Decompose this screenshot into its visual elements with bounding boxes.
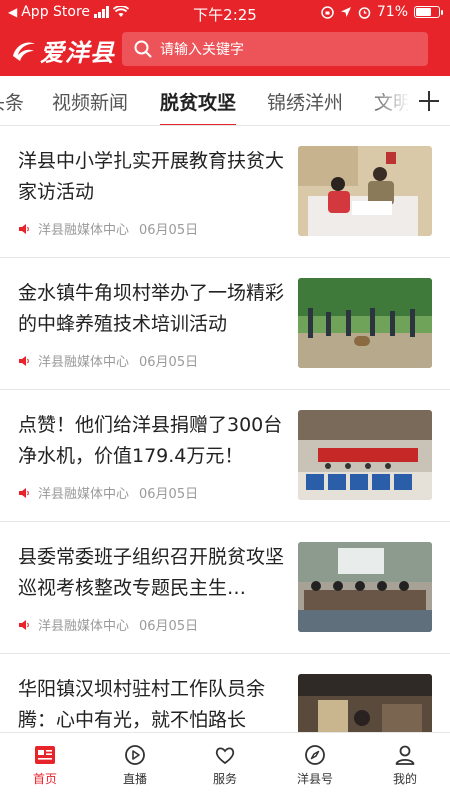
tab-headlines[interactable]: 头条 bbox=[0, 88, 24, 115]
nav-label: 洋县号 bbox=[296, 772, 333, 786]
news-date: 06月05日 bbox=[139, 223, 199, 238]
tabs-fade bbox=[370, 76, 410, 125]
search-icon bbox=[134, 40, 152, 58]
category-tabs: 头条 视频新闻 脱贫攻坚 锦绣洋州 文明 bbox=[0, 76, 450, 126]
nav-home[interactable]: 首页 bbox=[0, 733, 90, 800]
app-header: ◀ App Store 下午2:25 71% 爱洋县 请输入关键字 bbox=[0, 0, 450, 76]
news-date: 06月05日 bbox=[139, 487, 199, 502]
news-meta: 洋县融媒体中心 06月05日 bbox=[18, 615, 198, 634]
logo-swirl-icon bbox=[13, 42, 35, 61]
news-date: 06月05日 bbox=[139, 619, 199, 634]
nav-label: 服务 bbox=[212, 772, 237, 786]
news-meta: 洋县融媒体中心 06月05日 bbox=[18, 483, 198, 502]
location-icon bbox=[340, 7, 351, 17]
news-thumbnail bbox=[298, 542, 432, 632]
speaker-icon bbox=[19, 355, 29, 366]
news-source: 洋县融媒体中心 bbox=[38, 487, 130, 502]
app-logo: 爱洋县 bbox=[10, 32, 115, 68]
news-item[interactable]: 县委常委班子组织召开脱贫攻坚巡视考核整改专题民主生… 洋县融媒体中心 06月05… bbox=[0, 522, 450, 654]
nav-label: 直播 bbox=[122, 772, 147, 786]
news-thumbnail bbox=[298, 674, 432, 732]
user-icon bbox=[395, 745, 415, 765]
alarm-icon bbox=[358, 6, 371, 19]
speaker-icon bbox=[19, 223, 29, 234]
heart-hand-icon bbox=[215, 747, 235, 765]
compass-icon bbox=[305, 745, 325, 765]
news-date: 06月05日 bbox=[139, 355, 199, 370]
add-channel-button[interactable] bbox=[408, 76, 450, 125]
nav-mine[interactable]: 我的 bbox=[360, 733, 450, 800]
plus-icon bbox=[419, 91, 439, 111]
search-input[interactable]: 请输入关键字 bbox=[122, 32, 428, 66]
battery-icon bbox=[414, 6, 443, 18]
tab-poverty-alleviation[interactable]: 脱贫攻坚 bbox=[160, 88, 237, 125]
news-title: 点赞！他们给洋县捐赠了300台净水机，价值179.4万元！ bbox=[18, 414, 283, 467]
speaker-icon bbox=[19, 487, 29, 498]
nav-yangxian-hao[interactable]: 洋县号 bbox=[270, 733, 360, 800]
news-thumbnail bbox=[298, 146, 432, 236]
nav-label: 我的 bbox=[392, 772, 417, 786]
home-news-icon bbox=[35, 746, 55, 764]
orientation-lock-icon bbox=[321, 5, 334, 19]
tab-video-news[interactable]: 视频新闻 bbox=[52, 88, 128, 115]
news-thumbnail bbox=[298, 278, 432, 368]
speaker-icon bbox=[19, 619, 29, 630]
logo-text: 爱洋县 bbox=[40, 37, 115, 67]
news-item[interactable]: 华阳镇汉坝村驻村工作队员余腾：心中有光，就不怕路长 bbox=[0, 654, 450, 732]
news-title: 县委常委班子组织召开脱贫攻坚巡视考核整改专题民主生… bbox=[18, 546, 284, 599]
status-bar: ◀ App Store 下午2:25 71% bbox=[0, 0, 450, 26]
news-source: 洋县融媒体中心 bbox=[38, 223, 130, 238]
search-placeholder: 请输入关键字 bbox=[160, 42, 244, 58]
news-meta: 洋县融媒体中心 06月05日 bbox=[18, 219, 198, 238]
news-item[interactable]: 金水镇牛角坝村举办了一场精彩的中蜂养殖技术培训活动 洋县融媒体中心 06月05日 bbox=[0, 258, 450, 390]
nav-label: 首页 bbox=[32, 772, 57, 786]
news-title: 华阳镇汉坝村驻村工作队员余腾：心中有光，就不怕路长 bbox=[18, 678, 266, 731]
live-play-icon bbox=[125, 745, 145, 765]
news-source: 洋县融媒体中心 bbox=[38, 355, 130, 370]
news-meta: 洋县融媒体中心 06月05日 bbox=[18, 351, 198, 370]
news-title: 洋县中小学扎实开展教育扶贫大家访活动 bbox=[18, 150, 284, 203]
news-source: 洋县融媒体中心 bbox=[38, 619, 130, 634]
tab-jinxiu-yangzhou[interactable]: 锦绣洋州 bbox=[267, 88, 343, 115]
nav-service[interactable]: 服务 bbox=[180, 733, 270, 800]
battery-percent: 71% bbox=[376, 4, 408, 20]
news-thumbnail bbox=[298, 410, 432, 500]
news-title: 金水镇牛角坝村举办了一场精彩的中蜂养殖技术培训活动 bbox=[18, 282, 284, 335]
bottom-navigation: 首页 直播 服务 洋县号 我的 bbox=[0, 732, 450, 800]
news-item[interactable]: 点赞！他们给洋县捐赠了300台净水机，价值179.4万元！ 洋县融媒体中心 06… bbox=[0, 390, 450, 522]
news-item[interactable]: 洋县中小学扎实开展教育扶贫大家访活动 洋县融媒体中心 06月05日 bbox=[0, 126, 450, 258]
news-list: 洋县中小学扎实开展教育扶贫大家访活动 洋县融媒体中心 06月05日 金水镇牛角坝… bbox=[0, 126, 450, 732]
nav-live[interactable]: 直播 bbox=[90, 733, 180, 800]
